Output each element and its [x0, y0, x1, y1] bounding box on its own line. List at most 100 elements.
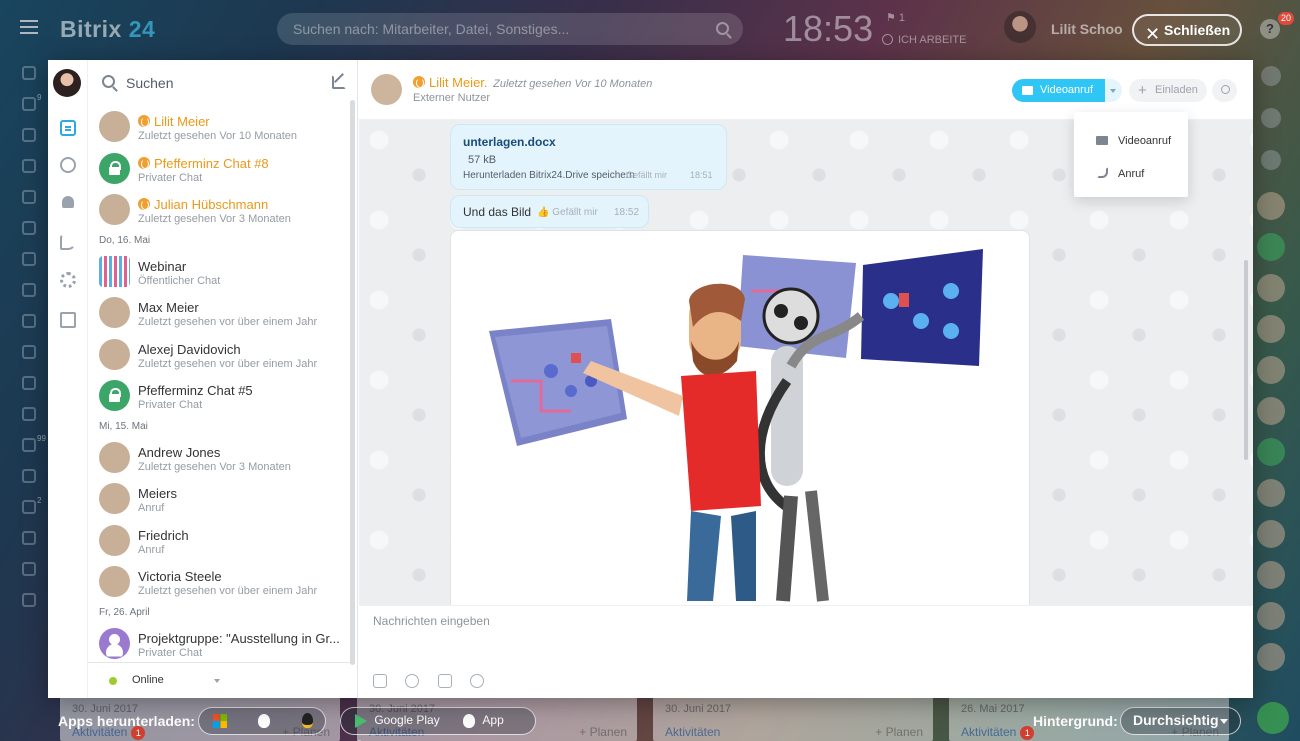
settings-icon[interactable] [22, 562, 36, 576]
left-nav: 9 99 2 [22, 66, 46, 624]
chat-list-item[interactable]: Alexej Davidovich Zuletzt gesehen vor übe… [88, 334, 350, 376]
notes-icon[interactable] [60, 312, 76, 328]
help-icon[interactable]: ? [1260, 19, 1280, 39]
message-scrollbar[interactable] [1244, 260, 1248, 460]
like-button[interactable]: 👍 Gefällt mir [537, 207, 598, 218]
recent-avatar[interactable] [1257, 520, 1285, 548]
like-button[interactable]: Gefällt mir [626, 170, 667, 180]
chat-subtitle: Zuletzt gesehen Vor 3 Monaten [138, 460, 291, 473]
chat-icon[interactable] [1261, 108, 1281, 128]
add-icon[interactable] [22, 593, 36, 607]
messenger-window: Suchen Lilit Meier Zuletzt gesehen Vor 10… [48, 60, 1253, 698]
status-selector[interactable]: Online [88, 662, 350, 698]
bell-icon[interactable] [1261, 66, 1281, 86]
chat-subtitle: Zuletzt gesehen vor über einem Jahr [138, 585, 318, 597]
chat-list-item[interactable]: Webinar Öffentlicher Chat [88, 251, 350, 293]
phone-icon[interactable] [60, 234, 76, 250]
recent-avatar[interactable] [1257, 315, 1285, 343]
video-call-button[interactable]: Videoanruf [1012, 79, 1105, 102]
invite-button[interactable]: Einladen [1129, 79, 1207, 102]
recent-avatar[interactable] [1257, 643, 1285, 671]
command-icon[interactable] [437, 674, 452, 688]
window-icon[interactable] [22, 376, 36, 390]
windows-icon[interactable] [213, 713, 227, 728]
recent-avatar[interactable] [1257, 438, 1285, 466]
target-icon[interactable] [22, 345, 36, 359]
search-icon [716, 22, 729, 35]
phone-icon[interactable] [1257, 702, 1289, 734]
chat-list-item[interactable]: Projektgruppe: "Ausstellung in Gr... Priv… [88, 623, 350, 665]
check-icon[interactable]: 2 [22, 496, 41, 514]
filter-icon[interactable]: 99 [22, 434, 46, 452]
flag-counter[interactable]: ⚑ 1 [886, 11, 905, 24]
image-message[interactable] [450, 230, 1030, 605]
mention-icon[interactable] [405, 674, 420, 688]
user-avatar[interactable] [1004, 11, 1036, 43]
chat-subtitle: Zuletzt gesehen Vor 10 Monaten [138, 130, 297, 142]
recent-avatar[interactable] [1257, 397, 1285, 425]
background-select[interactable]: Durchsichtig [1120, 707, 1241, 735]
menu-item-call[interactable]: Anruf [1074, 157, 1188, 191]
contact-name[interactable]: Lilit Meier. Zuletzt gesehen Vor 10 Mona… [413, 75, 652, 90]
sitemap-icon[interactable] [22, 531, 36, 545]
smile-icon[interactable] [470, 674, 485, 688]
notifications-icon[interactable] [62, 196, 74, 208]
box-icon[interactable] [22, 128, 36, 142]
avatar [99, 566, 130, 597]
call-options-toggle[interactable] [1105, 79, 1122, 102]
chat-list-item[interactable]: Victoria Steele Zuletzt gesehen vor über … [88, 561, 350, 603]
recent-avatar[interactable] [1257, 274, 1285, 302]
recent-avatar[interactable] [1257, 602, 1285, 630]
recent-avatar[interactable] [1257, 479, 1285, 507]
attach-icon[interactable] [373, 674, 387, 688]
open-channels-icon[interactable] [60, 157, 76, 173]
chat-list-item[interactable]: Pfefferminz Chat #5 Privater Chat [88, 375, 350, 417]
recent-avatar[interactable] [1257, 233, 1285, 261]
chat-list-item[interactable]: Friedrich Anruf [88, 520, 350, 562]
contact-icon[interactable] [22, 314, 36, 328]
chat-search-input[interactable]: Suchen [126, 75, 173, 91]
avatar [99, 441, 130, 473]
grid-icon[interactable] [22, 252, 36, 266]
right-strip [1256, 66, 1286, 684]
chat-list-item[interactable]: Pfefferminz Chat #8 Privater Chat [88, 148, 350, 190]
chat-list-item[interactable]: Max Meier Zuletzt gesehen vor über einem … [88, 292, 350, 334]
message-input[interactable]: Nachrichten eingeben [373, 614, 490, 628]
settings-icon[interactable] [60, 272, 76, 288]
user-name[interactable]: Lilit Schoo [1051, 21, 1123, 37]
work-status[interactable]: ICH ARBEITE [882, 34, 966, 46]
menu-icon[interactable] [20, 20, 38, 34]
chat-list-item[interactable]: Meiers Anruf [88, 478, 350, 520]
chat-search-icon[interactable] [1212, 79, 1237, 102]
chat-list-scrollbar[interactable] [350, 100, 355, 665]
sliders-icon[interactable] [22, 469, 36, 483]
store-icon[interactable] [22, 407, 36, 421]
search-icon[interactable] [1261, 150, 1281, 170]
clock-icon[interactable] [22, 190, 36, 204]
chat-list-item[interactable]: Andrew Jones Zuletzt gesehen Vor 3 Monate… [88, 437, 350, 479]
close-button[interactable]: ✕ Schließen [1132, 14, 1242, 46]
global-search-input[interactable]: Suchen nach: Mitarbeiter, Datei, Sonstig… [277, 13, 743, 45]
calendar-icon[interactable] [22, 159, 36, 173]
file-actions[interactable]: Herunterladen Bitrix24.Drive speichern [463, 170, 635, 181]
recent-avatar[interactable] [1257, 561, 1285, 589]
contact-avatar[interactable] [371, 74, 402, 105]
users-icon[interactable] [22, 221, 36, 235]
chat-list-item[interactable]: Lilit Meier Zuletzt gesehen Vor 10 Monate… [88, 106, 350, 148]
linux-icon[interactable] [301, 713, 313, 729]
menu-item-video-call[interactable]: Videoanruf [1074, 124, 1188, 158]
new-chat-icon[interactable] [332, 75, 346, 89]
chat-icon[interactable] [60, 120, 76, 136]
tasks-icon[interactable]: 9 [22, 93, 41, 111]
feed-icon[interactable] [22, 66, 36, 80]
apple-icon[interactable] [258, 713, 271, 728]
google-play-link[interactable]: Google Play [374, 713, 439, 727]
file-link[interactable]: unterlagen.docx [463, 135, 556, 149]
chat-list-item[interactable]: Julian Hübschmann Zuletzt gesehen Vor 3 M… [88, 189, 350, 231]
chart-icon[interactable] [22, 283, 36, 297]
file-size: 57 kB [468, 154, 497, 166]
recent-avatar[interactable] [1257, 192, 1285, 220]
recent-avatar[interactable] [1257, 356, 1285, 384]
own-avatar[interactable] [53, 69, 81, 97]
avatar [99, 627, 130, 659]
